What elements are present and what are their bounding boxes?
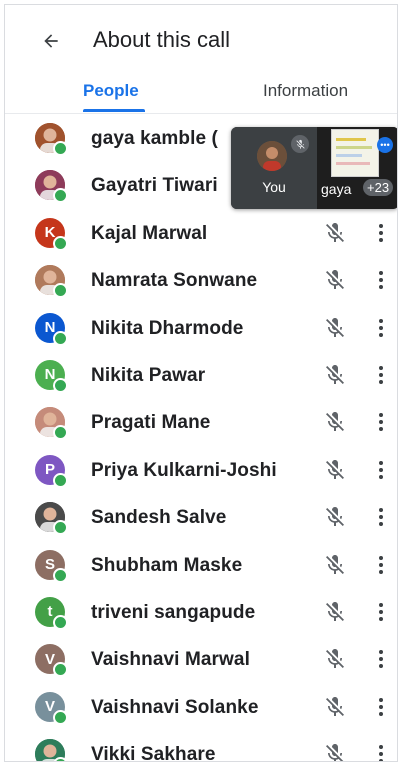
participant-row[interactable]: V Vaishnavi Marwal [5, 636, 397, 683]
participant-avatar: V [35, 644, 68, 678]
participant-name: Priya Kulkarni-Joshi [91, 459, 277, 481]
mic-off-icon[interactable] [323, 458, 347, 482]
mic-off-icon[interactable] [323, 647, 347, 671]
presenter-label: gaya [321, 181, 352, 197]
participant-name: gaya kamble ( [91, 128, 218, 149]
participant-avatar [35, 265, 68, 299]
back-button[interactable] [33, 23, 69, 59]
online-status-icon [53, 141, 68, 156]
participant-row[interactable]: N Nikita Dharmode [5, 305, 397, 352]
online-status-icon [53, 425, 68, 441]
participant-row[interactable]: S Shubham Maske [5, 542, 397, 589]
online-status-icon [53, 757, 68, 761]
participant-avatar: K [35, 217, 68, 251]
online-status-icon [53, 283, 68, 299]
more-options-icon[interactable] [373, 316, 389, 340]
participant-avatar [35, 170, 68, 204]
online-status-icon [53, 520, 68, 536]
participant-row[interactable]: P Priya Kulkarni-Joshi [5, 447, 397, 494]
mic-off-icon[interactable] [323, 316, 347, 340]
tab-selected-indicator [83, 109, 145, 112]
more-options-icon[interactable] [373, 458, 389, 482]
more-participants-icon: ••• [377, 137, 393, 153]
online-status-icon [53, 662, 68, 678]
self-tile: You [231, 127, 317, 209]
participant-row[interactable]: t triveni sangapude [5, 589, 397, 636]
online-status-icon [53, 614, 68, 630]
online-status-icon [53, 188, 68, 204]
header: About this call [5, 5, 397, 73]
online-status-icon [53, 377, 68, 393]
participant-name: Nikita Pawar [91, 364, 206, 386]
tab-people[interactable]: People [83, 79, 139, 103]
participant-name: Nikita Dharmode [91, 317, 244, 339]
participant-name: Kajal Marwal [91, 222, 208, 244]
online-status-icon [53, 472, 68, 488]
mic-off-icon[interactable] [323, 742, 347, 761]
more-options-icon[interactable] [373, 505, 389, 529]
participant-avatar [35, 739, 68, 761]
avatar-initial: t [47, 603, 53, 621]
participant-name: Vaishnavi Solanke [91, 696, 259, 718]
mic-off-icon[interactable] [323, 268, 347, 292]
participant-name: Vikki Sakhare [91, 744, 216, 762]
more-options-icon[interactable] [373, 363, 389, 387]
mic-off-icon[interactable] [323, 221, 347, 245]
shared-screen-thumbnail [331, 129, 379, 177]
online-status-icon [53, 709, 68, 725]
participant-name: Pragati Mane [91, 412, 211, 434]
mic-off-icon[interactable] [323, 363, 347, 387]
participant-row[interactable]: Pragati Mane [5, 399, 397, 446]
participant-avatar [35, 407, 68, 441]
tab-bar: People Information [5, 71, 397, 114]
participant-name: Namrata Sonwane [91, 270, 258, 292]
participant-avatar: S [35, 549, 68, 583]
more-options-icon[interactable] [373, 600, 389, 624]
mic-off-icon[interactable] [323, 553, 347, 577]
more-options-icon[interactable] [373, 695, 389, 719]
arrow-back-icon [44, 34, 58, 48]
participant-name: triveni sangapude [91, 601, 256, 623]
more-options-icon[interactable] [373, 553, 389, 577]
mic-off-icon[interactable] [323, 600, 347, 624]
participant-name: Shubham Maske [91, 554, 243, 576]
more-options-icon[interactable] [373, 268, 389, 292]
self-avatar [257, 141, 287, 171]
participant-name: Gayatri Tiwari [91, 175, 218, 197]
participant-avatar: N [35, 312, 68, 346]
participant-avatar [35, 123, 68, 156]
participant-row[interactable]: K Kajal Marwal [5, 210, 397, 257]
participant-row[interactable]: N Nikita Pawar [5, 352, 397, 399]
more-options-icon[interactable] [373, 647, 389, 671]
presenter-tile: ••• gaya +23 [317, 127, 397, 209]
participant-avatar: P [35, 454, 68, 488]
online-status-icon [53, 567, 68, 583]
online-status-icon [53, 235, 68, 251]
participant-avatar: V [35, 691, 68, 725]
mic-off-icon[interactable] [323, 695, 347, 719]
participant-avatar [35, 502, 68, 536]
self-label: You [262, 179, 286, 195]
self-view-floating[interactable]: You ••• gaya +23 [231, 127, 397, 209]
page-title: About this call [93, 27, 230, 52]
participant-row[interactable]: Sandesh Salve [5, 494, 397, 541]
participant-avatar: t [35, 596, 68, 630]
online-status-icon [53, 330, 68, 346]
participant-row[interactable]: Namrata Sonwane [5, 257, 397, 304]
participant-avatar: N [35, 359, 68, 393]
mic-off-icon[interactable] [323, 505, 347, 529]
tab-information[interactable]: Information [263, 79, 348, 103]
mic-off-icon[interactable] [323, 410, 347, 434]
mic-off-icon [291, 135, 309, 153]
participant-row[interactable]: V Vaishnavi Solanke [5, 684, 397, 731]
participant-count-badge: +23 [363, 179, 394, 196]
participant-name: Sandesh Salve [91, 507, 227, 529]
more-options-icon[interactable] [373, 742, 389, 761]
call-details-panel: About this call People Information gaya … [4, 4, 398, 762]
participant-list: gaya kamble ( Gayatri Tiwari K Kajal Marwal… [5, 115, 397, 762]
more-options-icon[interactable] [373, 221, 389, 245]
more-options-icon[interactable] [373, 410, 389, 434]
participant-row[interactable]: Vikki Sakhare [5, 731, 397, 762]
participant-name: Vaishnavi Marwal [91, 649, 250, 671]
